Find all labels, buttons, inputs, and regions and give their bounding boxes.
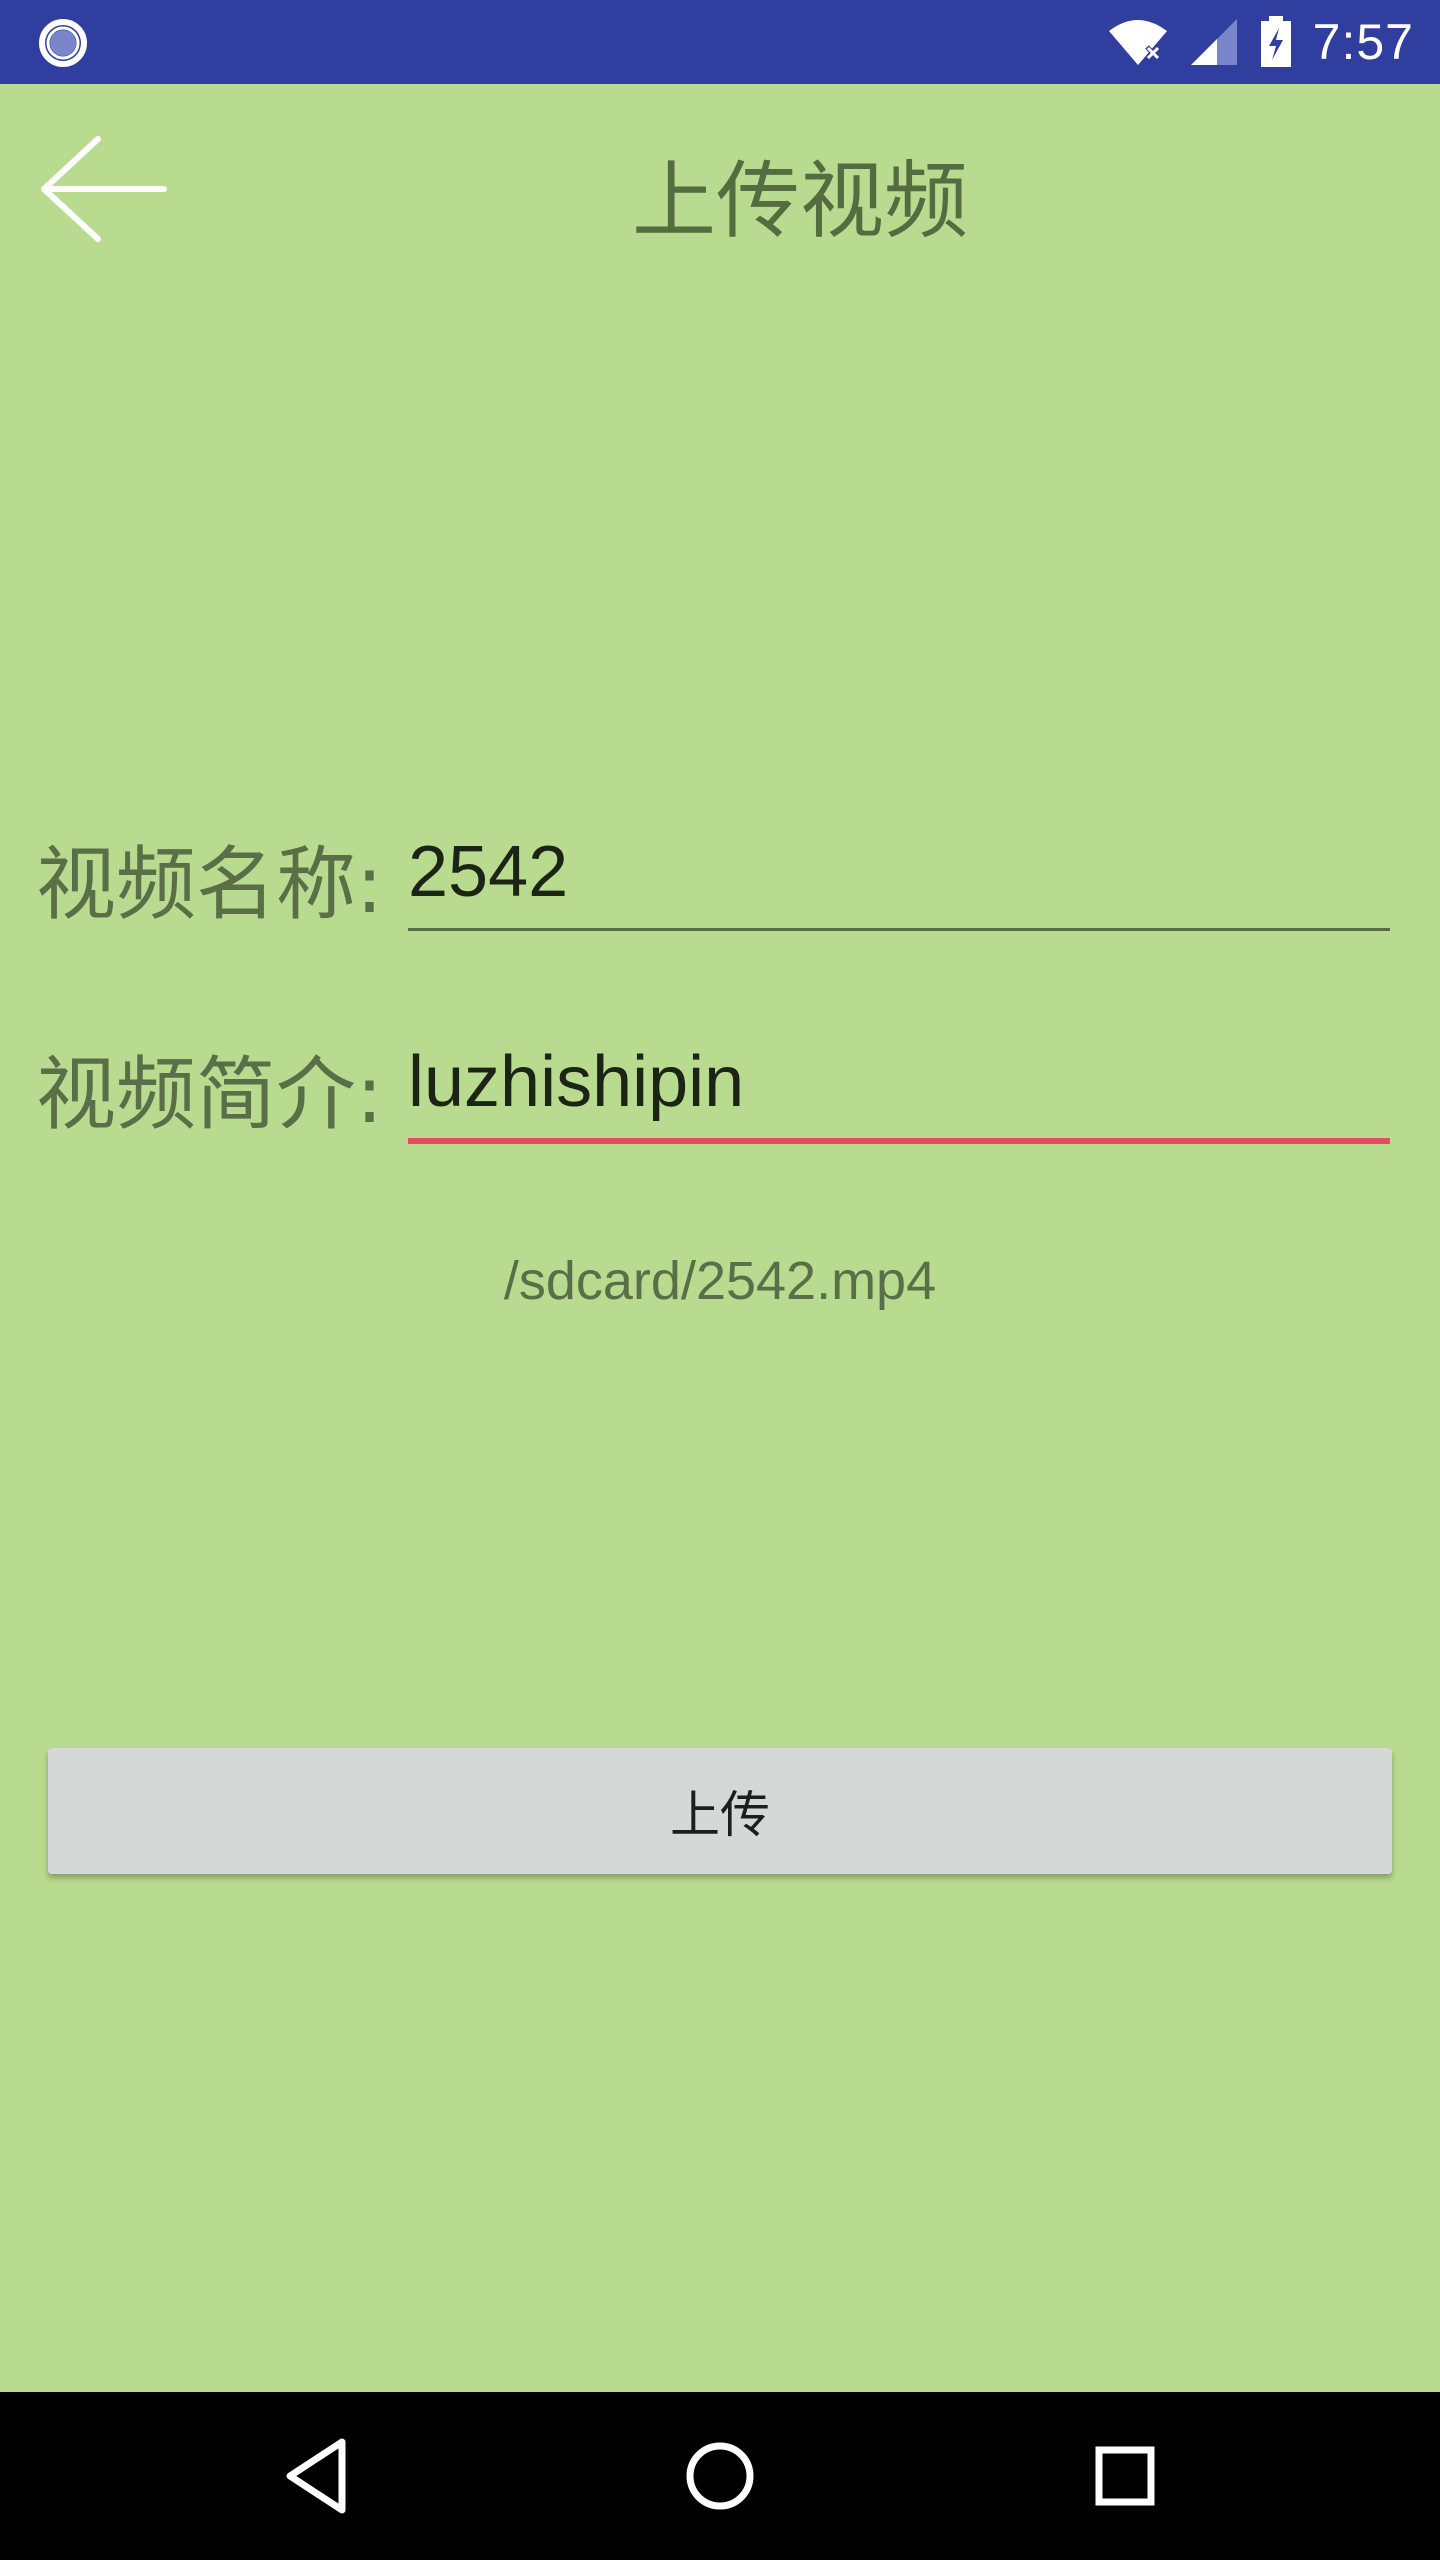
video-desc-input[interactable] — [408, 1034, 1388, 1130]
wifi-icon — [1108, 20, 1167, 65]
nav-back-icon[interactable] — [266, 2426, 366, 2526]
video-desc-label: 视频简介: — [36, 1048, 383, 1141]
video-name-label: 视频名称: — [36, 838, 383, 931]
upload-button[interactable]: 上传 — [48, 1748, 1392, 1874]
nav-recents-icon[interactable] — [1075, 2426, 1175, 2526]
page-title: 上传视频 — [631, 152, 968, 250]
navigation-bar — [0, 2392, 1440, 2560]
video-name-input[interactable] — [408, 824, 1388, 920]
video-name-row: 视频名称: — [36, 816, 1392, 936]
status-time: 7:57 — [1312, 14, 1414, 70]
app-bar: 上传视频 — [0, 84, 1440, 294]
video-name-underline — [408, 928, 1390, 931]
file-path-text: /sdcard/2542.mp4 — [503, 1251, 937, 1311]
cell-signal-icon — [1190, 19, 1237, 65]
video-desc-underline — [408, 1138, 1390, 1144]
video-desc-row: 视频简介: — [36, 1026, 1392, 1156]
nav-home-icon[interactable] — [670, 2426, 770, 2526]
status-bar: 7:57 — [0, 0, 1440, 84]
battery-charging-icon — [1260, 16, 1291, 67]
notification-dot-icon — [39, 19, 87, 67]
